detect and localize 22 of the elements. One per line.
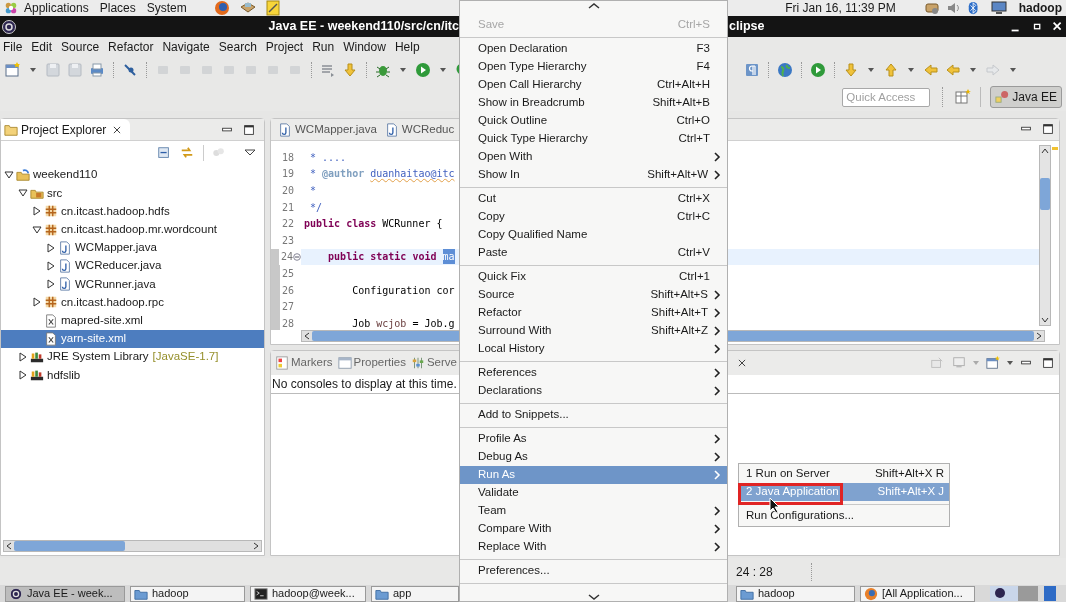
line-number: 19 [282,167,295,182]
cursor-position: 24 : 28 [736,563,773,581]
code-line: Job wcjob = Job.g [351,316,455,330]
line-number: 21 [282,200,295,215]
line-number: 23 [282,233,295,248]
code-line: * .... [309,150,347,165]
code-line: * [309,184,317,198]
line-number: 18 [282,150,295,165]
code-line: * @author duanhaitao@itc [309,167,455,182]
code-line: public class WCRunner { [303,217,443,232]
code-line: Configuration cor [351,283,455,298]
code-line: public static void ma [327,248,455,266]
line-number: 27 [282,300,295,315]
line-number: 20 [282,184,295,198]
line-number: 25 [282,266,295,281]
window-title: clipse [729,18,765,36]
window-title: Java EE - weekend110/src/cn/itc [267,18,459,36]
line-number: 28 [282,316,295,330]
line-number: 22 [282,217,295,232]
line-number: 26 [282,283,295,298]
line-number: 24 [280,250,293,265]
code-line: */ [309,200,323,215]
